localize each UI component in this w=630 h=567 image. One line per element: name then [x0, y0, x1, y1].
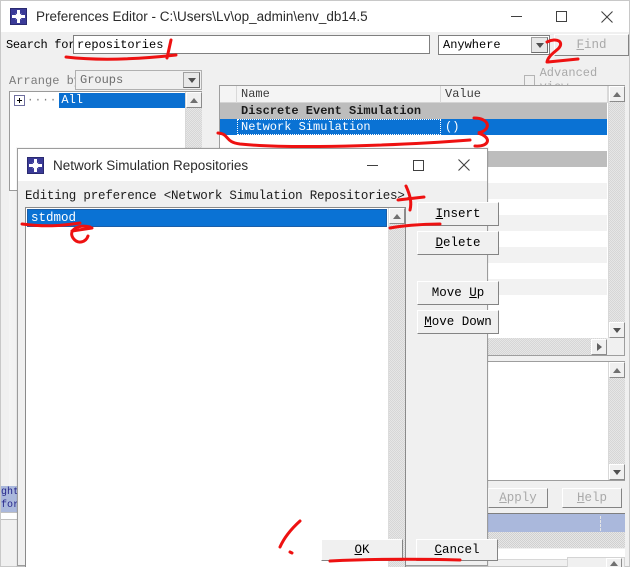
- chevron-down-icon[interactable]: [531, 37, 548, 53]
- minimize-icon[interactable]: [349, 149, 395, 181]
- delete-mnemonic: D: [435, 236, 443, 250]
- window-title: Preferences Editor - C:\Users\Lv\op_admi…: [36, 9, 368, 24]
- bottom-scrollbar-fragment[interactable]: [567, 557, 625, 567]
- moveup-mnemonic: U: [469, 286, 477, 300]
- cancel-button[interactable]: Cancel: [416, 539, 498, 561]
- row-gutter: [220, 103, 237, 119]
- expand-plus-icon[interactable]: [14, 95, 25, 106]
- find-button[interactable]: Find: [554, 34, 629, 56]
- repository-list[interactable]: stdmod: [25, 207, 406, 567]
- dialog-titlebar: Network Simulation Repositories: [18, 149, 487, 181]
- scroll-up-icon[interactable]: [606, 558, 622, 567]
- table-row[interactable]: Discrete Event Simulation: [220, 103, 607, 119]
- table-scroll-track[interactable]: [609, 102, 625, 322]
- help-mnemonic: H: [576, 491, 585, 505]
- row-value: (): [445, 120, 460, 134]
- list-vertical-scrollbar[interactable]: [388, 208, 405, 567]
- maximize-icon[interactable]: [395, 149, 441, 181]
- row-name: Discrete Event Simulation: [241, 104, 422, 118]
- find-mnemonic: F: [576, 38, 584, 52]
- description-scroll-track[interactable]: [609, 378, 625, 464]
- cancel-mnemonic: C: [434, 543, 442, 557]
- repository-list-items: stdmod: [26, 208, 388, 567]
- close-icon[interactable]: [584, 1, 629, 32]
- scroll-down-icon[interactable]: [609, 464, 625, 480]
- search-label: Search for:: [6, 38, 82, 52]
- apply-mnemonic: A: [499, 491, 507, 505]
- scroll-up-icon[interactable]: [609, 86, 625, 102]
- table-header-name[interactable]: Name: [237, 86, 441, 103]
- help-button[interactable]: Help: [562, 488, 622, 508]
- table-header-gutter: [220, 86, 237, 103]
- search-scope-value: Anywhere: [443, 38, 501, 52]
- chevron-down-icon[interactable]: [183, 72, 200, 88]
- move-up-button[interactable]: Move Up: [417, 281, 499, 305]
- search-row: Search for: Anywhere Find: [1, 34, 630, 58]
- movedown-mnemonic: M: [424, 315, 432, 329]
- dialog-title: Network Simulation Repositories: [53, 157, 249, 173]
- app-starburst-icon: [10, 8, 27, 25]
- arrange-by-label: Arrange by: [9, 74, 82, 88]
- ok-button[interactable]: OK: [321, 539, 403, 561]
- list-item-stdmod[interactable]: stdmod: [27, 209, 387, 227]
- move-down-button[interactable]: Move Down: [417, 310, 499, 334]
- row-gutter: [220, 119, 237, 135]
- apply-button[interactable]: Apply: [488, 488, 548, 508]
- find-label-rest: ind: [584, 38, 607, 52]
- row-name: Network Simulation Repositories: [237, 119, 441, 150]
- maximize-icon[interactable]: [539, 1, 584, 32]
- tree-item-label: All: [59, 93, 185, 108]
- scroll-down-icon[interactable]: [609, 322, 625, 338]
- close-icon[interactable]: [441, 149, 487, 181]
- scroll-up-icon[interactable]: [609, 362, 625, 378]
- scroll-right-icon[interactable]: [591, 338, 607, 355]
- network-simulation-repositories-dialog: Network Simulation Repositories Editing …: [17, 148, 499, 567]
- insert-button[interactable]: Insert: [417, 202, 499, 226]
- row-value: [441, 103, 607, 119]
- insert-mnemonic: I: [435, 207, 443, 221]
- screen: Preferences Editor - C:\Users\Lv\op_admi…: [0, 0, 630, 567]
- scrollbar-corner: [607, 338, 624, 355]
- search-input[interactable]: [73, 35, 430, 54]
- table-row-selected[interactable]: Network Simulation Repositories (): [220, 119, 607, 150]
- minimize-icon[interactable]: [494, 1, 539, 32]
- table-header-value[interactable]: Value: [441, 86, 608, 103]
- tree-connector: ····: [27, 94, 58, 107]
- search-scope-combo[interactable]: Anywhere: [438, 35, 550, 55]
- arrange-by-value: Groups: [80, 73, 124, 87]
- table-header-row: Name Value: [220, 86, 624, 103]
- window-controls: [494, 1, 629, 32]
- scroll-up-icon[interactable]: [389, 208, 405, 224]
- list-scroll-track[interactable]: [389, 224, 405, 567]
- arrange-by-combo[interactable]: Groups: [75, 70, 202, 90]
- dialog-subtitle: Editing preference <Network Simulation R…: [25, 189, 412, 203]
- description-vertical-scrollbar[interactable]: [608, 362, 625, 480]
- ok-mnemonic: O: [354, 543, 362, 557]
- dialog-window-controls: [349, 149, 487, 181]
- checkbox-box-icon[interactable]: [524, 74, 535, 86]
- main-titlebar: Preferences Editor - C:\Users\Lv\op_admi…: [1, 1, 629, 32]
- delete-button[interactable]: Delete: [417, 231, 499, 255]
- scroll-up-icon[interactable]: [186, 92, 202, 108]
- app-starburst-icon: [27, 156, 44, 174]
- table-vertical-scrollbar[interactable]: [608, 86, 625, 338]
- tree-item-all[interactable]: ···· All: [11, 93, 185, 108]
